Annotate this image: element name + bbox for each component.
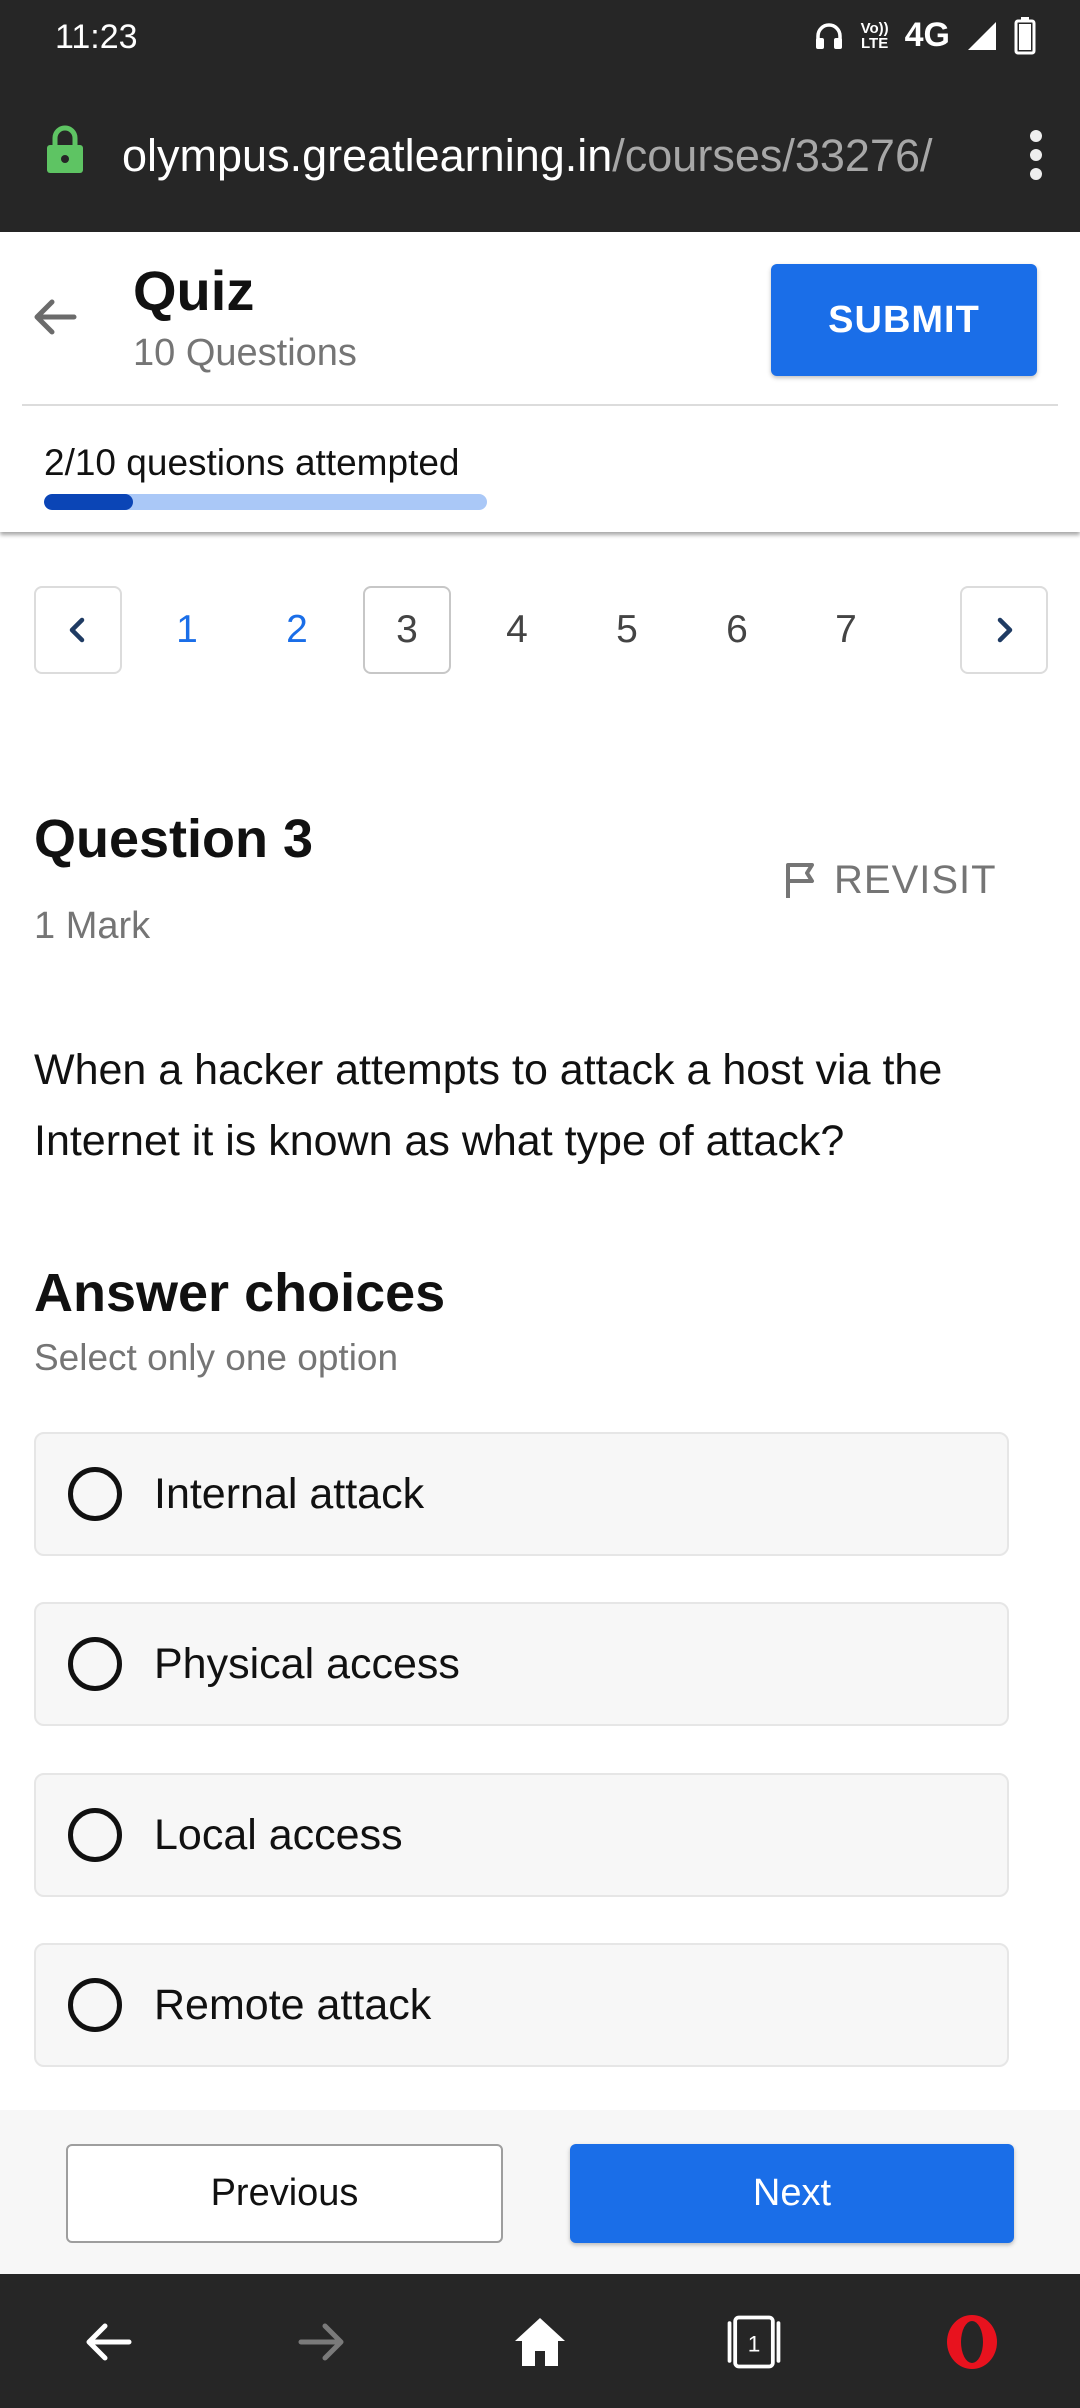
url-host: olympus.greatlearning.in [122,130,613,181]
radio-button[interactable] [68,1637,122,1691]
status-bar: 11:23 Vo)) LTE 4G [0,0,1080,78]
page-number-2[interactable]: 2 [253,586,341,674]
signal-icon [968,21,996,50]
question-pager: 1234567 [0,586,1080,674]
page-number-3[interactable]: 3 [363,586,451,674]
url-field[interactable]: olympus.greatlearning.in/courses/33276/ [122,130,933,182]
quiz-header: Quiz 10 Questions SUBMIT 2/10 questions … [0,232,1080,532]
progress-fill [44,494,133,510]
browser-bottom-nav: 1 [0,2274,1080,2408]
home-icon[interactable] [508,2310,572,2374]
attempted-status: 2/10 questions attempted [44,442,460,483]
question-count: 10 Questions [133,332,357,374]
header-divider [22,404,1058,406]
answer-option-label: Internal attack [154,1469,425,1518]
page-number-5[interactable]: 5 [583,586,671,674]
radio-button[interactable] [68,1467,122,1521]
answer-option[interactable]: Local access [34,1773,1009,1897]
flag-icon [786,862,814,898]
submit-button[interactable]: SUBMIT [771,264,1037,376]
radio-button[interactable] [68,1808,122,1862]
chevron-right-icon [997,617,1013,643]
previous-button[interactable]: Previous [66,2144,503,2243]
back-arrow-icon[interactable] [30,292,80,342]
browser-url-bar: olympus.greatlearning.in/courses/33276/ [0,78,1080,232]
next-button[interactable]: Next [570,2144,1014,2243]
chevron-left-icon [69,617,85,643]
forward-icon[interactable] [290,2310,354,2374]
battery-icon [1014,16,1036,54]
answers-hint: Select only one option [34,1337,399,1378]
browser-menu-icon[interactable] [1030,130,1044,180]
page-number-7[interactable]: 7 [802,586,890,674]
url-path: /courses/33276/ [612,130,933,181]
answer-option[interactable]: Remote attack [34,1943,1009,2067]
answer-option[interactable]: Physical access [34,1602,1009,1726]
pager-prev-button[interactable] [34,586,122,674]
back-icon[interactable] [76,2310,140,2374]
opera-icon[interactable] [940,2310,1004,2374]
revisit-button[interactable]: REVISIT [784,858,997,903]
pager-next-button[interactable] [960,586,1048,674]
svg-text:1: 1 [748,2331,761,2356]
answer-option-label: Remote attack [154,1980,432,2029]
quiz-footer: Previous Next [0,2110,1080,2274]
page-number-6[interactable]: 6 [693,586,781,674]
volte-icon: Vo)) LTE [860,19,889,52]
revisit-label: REVISIT [834,858,997,902]
answers-title: Answer choices [34,1263,446,1323]
page-number-4[interactable]: 4 [473,586,561,674]
status-time: 11:23 [55,18,138,56]
radio-button[interactable] [68,1978,122,2032]
network-type: 4G [904,16,950,54]
lock-icon [47,125,83,173]
answer-option[interactable]: Internal attack [34,1432,1009,1556]
question-title: Question 3 [34,809,314,869]
answer-option-label: Local access [154,1810,403,1859]
page-number-1[interactable]: 1 [143,586,231,674]
question-text: When a hacker attempts to attack a host … [34,1046,943,1165]
headphones-icon [815,22,842,49]
status-icons: Vo)) LTE 4G [813,16,1036,55]
progress-bar [44,494,487,510]
page-title: Quiz [133,259,255,322]
question-marks: 1 Mark [34,905,151,947]
answer-option-label: Physical access [154,1639,460,1688]
tabs-icon[interactable]: 1 [722,2310,786,2374]
